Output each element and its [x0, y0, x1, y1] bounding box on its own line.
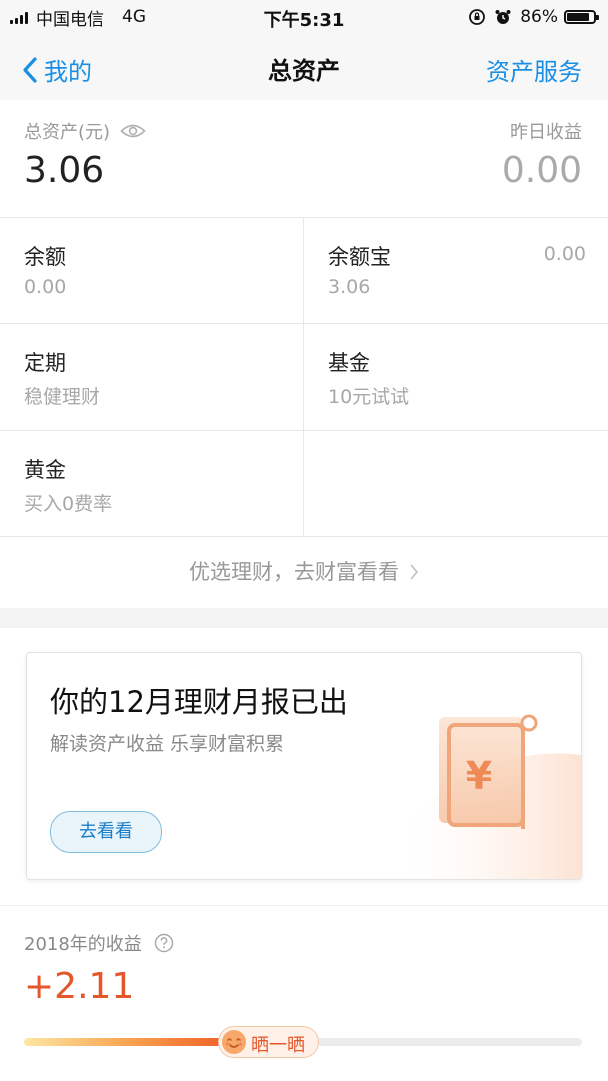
cell-subtitle: 稳健理财	[24, 386, 101, 408]
status-bar: 中国电信 4G 下午5:31 86%	[0, 0, 608, 34]
alarm-icon	[494, 8, 512, 26]
share-label: 晒一晒	[251, 1035, 305, 1056]
grid-item-gold[interactable]: 黄金 买入0费率	[0, 431, 304, 537]
report-title: 你的12月理财月报已出	[50, 685, 348, 719]
wealth-link[interactable]: 优选理财，去财富看看	[0, 556, 608, 586]
cell-title: 定期	[24, 351, 66, 375]
grid-item-fund[interactable]: 基金 10元试试	[304, 324, 608, 430]
cell-value: 3.06	[328, 276, 371, 298]
monthly-report-card[interactable]: 你的12月理财月报已出 解读资产收益 乐享财富积累 去看看 ¥	[26, 652, 582, 880]
report-illustration-icon: ¥	[407, 714, 581, 879]
cell-yesterday-value: 0.00	[543, 243, 586, 265]
chevron-right-icon	[410, 564, 419, 580]
yesterday-earnings-label: 昨日收益	[510, 122, 582, 143]
total-assets-value: 3.06	[24, 150, 105, 191]
report-subtitle: 解读资产收益 乐享财富积累	[50, 733, 285, 755]
battery-level	[567, 13, 589, 21]
battery-icon	[564, 10, 599, 24]
help-icon[interactable]	[154, 933, 174, 953]
cell-title: 基金	[328, 351, 370, 375]
grid-item-yuebao[interactable]: 余额宝 0.00 3.06	[304, 218, 608, 324]
earnings-progress-fill	[24, 1038, 237, 1046]
cell-subtitle: 10元试试	[328, 386, 410, 408]
section-divider	[0, 608, 608, 628]
grid-item-fixed-term[interactable]: 定期 稳健理财	[0, 324, 304, 430]
svg-text:¥: ¥	[466, 754, 492, 798]
rotation-lock-icon	[468, 8, 486, 26]
eye-icon[interactable]	[120, 123, 146, 139]
view-report-button[interactable]: 去看看	[50, 811, 162, 853]
wealth-link-label: 优选理财，去财富看看	[189, 560, 399, 584]
nav-bar: 我的 总资产 资产服务	[0, 34, 608, 100]
asset-service-link[interactable]: 资产服务	[486, 52, 582, 87]
cell-subtitle: 买入0费率	[24, 493, 113, 515]
grid-item-balance[interactable]: 余额 0.00	[0, 218, 304, 324]
smile-face-icon	[222, 1030, 246, 1054]
earnings-value: +2.11	[24, 966, 135, 1007]
cell-value: 0.00	[24, 276, 67, 298]
status-icons: 86%	[468, 6, 599, 28]
earnings-label-group: 2018年的收益	[24, 930, 174, 956]
earnings-label: 2018年的收益	[24, 934, 142, 955]
cell-title: 余额	[24, 245, 66, 269]
cell-title: 黄金	[24, 458, 66, 482]
share-button[interactable]: 晒一晒	[218, 1026, 319, 1058]
yesterday-earnings-value: 0.00	[501, 150, 582, 191]
annual-earnings: 2018年的收益 +2.11 晒一晒	[0, 905, 608, 1081]
total-assets-label: 总资产(元)	[24, 122, 111, 143]
asset-summary: 总资产(元) 3.06 昨日收益 0.00	[0, 100, 608, 217]
battery-percent: 86%	[520, 7, 558, 27]
cell-title: 余额宝	[328, 245, 391, 269]
total-assets-label-group: 总资产(元)	[24, 118, 146, 144]
